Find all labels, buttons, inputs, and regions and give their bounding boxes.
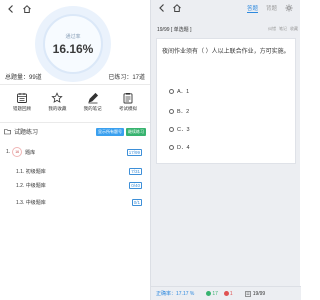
subchapter-label: 1.2. 中级题库 <box>16 182 46 189</box>
wrong-number: 1 <box>229 290 233 297</box>
subchapter-label: 1.3. 中级题库 <box>16 199 46 206</box>
pen-icon <box>88 92 98 104</box>
radio-icon <box>169 144 174 150</box>
question-card: 夜间作业须有（ ）人以上联合作业，方可实施。 A．1 B．2 C．3 D．4 <box>156 38 296 164</box>
gear-icon[interactable] <box>285 4 293 12</box>
total-questions: 总题量：99道 <box>5 75 42 81</box>
show-all-numbers-button[interactable]: 显示所有题号 <box>96 127 124 136</box>
answer-sheet-icon[interactable] <box>244 290 251 297</box>
calendar-icon <box>17 93 27 103</box>
note-button[interactable]: 笔记 <box>279 26 287 32</box>
chapter-row[interactable]: 1. 16 题库 17/99 <box>0 144 150 160</box>
wrong-count: 1 <box>223 290 233 297</box>
progress-text: 19/99 <box>252 290 266 297</box>
back-icon[interactable] <box>157 3 167 13</box>
subchapter-label: 1.1. 初级题库 <box>16 168 46 175</box>
home-icon[interactable] <box>22 4 32 14</box>
radio-icon <box>169 88 174 94</box>
feature-grid: 错题回顾 我的收藏 我的笔记 考试模拟 <box>6 92 144 112</box>
option-d[interactable]: D．4 <box>169 143 190 151</box>
pass-rate-value: 16.16% <box>52 41 94 56</box>
divider <box>0 122 150 123</box>
radio-icon <box>169 126 174 132</box>
report-error-button[interactable]: 纠错 <box>268 26 276 32</box>
star-icon <box>51 92 63 103</box>
pass-rate-inner: 通过率 16.16% <box>43 14 103 74</box>
pass-rate-ring: 通过率 16.16% <box>35 6 111 82</box>
feature-label: 错题回顾 <box>13 106 31 111</box>
divider <box>0 84 150 85</box>
feature-label: 我的收藏 <box>48 106 67 111</box>
left-panel: 通过率 16.16% 总题量：99道 已练习：17道 错题回顾 我的收藏 我的笔… <box>0 0 150 300</box>
chapter-progress-number: 16 <box>15 150 20 154</box>
practiced-count: 已练习：17道 <box>108 75 145 81</box>
chapter-count: 17/99 <box>126 148 142 156</box>
feature-exam-sim[interactable]: 考试模拟 <box>112 92 144 112</box>
option-label: D．4 <box>177 145 190 151</box>
right-panel: 答题 背题 19/99 [ 单选题 ] 纠错 笔记 收藏 夜间作业须有（ ）人以… <box>150 0 301 300</box>
continue-practice-button[interactable]: 继续练习 <box>126 127 146 136</box>
feature-notes[interactable]: 我的笔记 <box>77 92 109 112</box>
home-icon[interactable] <box>172 3 182 13</box>
practice-section-header: 试题练习 显示所有题号 继续练习 <box>4 127 146 136</box>
chapter-label: 题库 <box>25 149 36 156</box>
question-index-type: 19/99 [ 单选题 ] <box>157 26 192 33</box>
subchapter-row[interactable]: 1.2. 中级题库 0/40 <box>0 177 150 193</box>
answer-footer: 正确率：17.17 % 17 1 19/99 <box>151 286 301 300</box>
tab-memorize[interactable]: 背题 <box>266 4 277 13</box>
feature-favorites[interactable]: 我的收藏 <box>41 92 73 112</box>
feature-wrong-review[interactable]: 错题回顾 <box>6 92 38 112</box>
question-actions: 纠错 笔记 收藏 <box>268 26 298 32</box>
correct-count: 17 <box>206 291 218 297</box>
tab-answer[interactable]: 答题 <box>246 4 258 13</box>
feature-label: 考试模拟 <box>118 106 137 111</box>
subchapter-count: 0/1 <box>131 198 142 206</box>
cross-icon <box>223 291 229 296</box>
check-icon <box>206 291 212 296</box>
subchapter-row[interactable]: 1.3. 中级题库 0/1 <box>0 194 150 210</box>
option-label: B．2 <box>177 109 190 115</box>
subchapter-count: 0/40 <box>129 181 142 189</box>
chapter-progress-icon: 16 <box>12 147 23 157</box>
radio-icon <box>169 108 174 114</box>
mode-tabs: 答题 背题 <box>246 4 293 13</box>
folder-icon <box>4 129 11 135</box>
favorite-button[interactable]: 收藏 <box>290 26 298 32</box>
option-a[interactable]: A．1 <box>169 87 189 95</box>
stats-row: 总题量：99道 已练习：17道 <box>5 72 145 81</box>
option-label: C．3 <box>177 127 190 133</box>
section-badges: 显示所有题号 继续练习 <box>96 127 146 136</box>
section-title: 试题练习 <box>14 130 39 136</box>
chapter-number: 1. <box>6 149 11 155</box>
feature-label: 我的笔记 <box>83 106 102 111</box>
option-c[interactable]: C．3 <box>169 125 190 133</box>
left-topbar <box>6 4 32 14</box>
clipboard-icon <box>123 93 133 104</box>
pass-rate-label: 通过率 <box>65 33 81 40</box>
option-b[interactable]: B．2 <box>169 107 189 115</box>
accuracy-text: 正确率：17.17 % <box>156 291 195 297</box>
correct-number: 17 <box>212 290 218 297</box>
right-topbar: 答题 背题 <box>151 0 301 16</box>
back-icon[interactable] <box>6 4 16 14</box>
question-text: 夜间作业须有（ ）人以上联合作业，方可实施。 <box>162 49 290 55</box>
option-label: A．1 <box>177 89 190 95</box>
subchapter-count: 7/31 <box>129 167 142 175</box>
question-header: 19/99 [ 单选题 ] 纠错 笔记 收藏 <box>151 24 301 34</box>
